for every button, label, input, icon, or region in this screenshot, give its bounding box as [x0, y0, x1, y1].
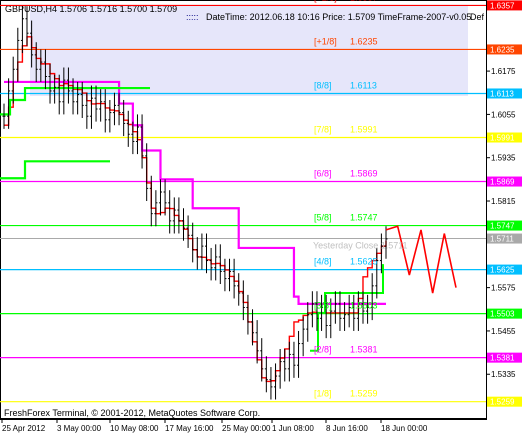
level-label-5: [5/8]: [314, 213, 332, 223]
price-tag-7: 1.5625: [490, 266, 515, 275]
price-tag-10: 1.5259: [490, 398, 515, 407]
y-tick-label-1: 1.6175: [491, 67, 516, 76]
info-dots: :::::: [186, 12, 199, 22]
x-tick-label-4: 25 May 00:00: [222, 424, 271, 433]
x-tick-label-7: 18 Jun 00:00: [381, 424, 428, 433]
info-cutoff-text: Def: [470, 12, 485, 22]
y-tick-label-11: 1.5575: [491, 284, 516, 293]
footer-copyright: FreshForex Terminal, © 2001-2012, MetaQu…: [4, 408, 260, 418]
price-tag-0: 1.6357: [490, 1, 515, 10]
price-tag-1: 1.6235: [490, 45, 515, 54]
level-label-7: [3/8]: [314, 301, 332, 311]
level-value-2: 1.6113: [350, 80, 377, 90]
price-tag-6: 1.5711: [490, 235, 514, 244]
x-tick-label-3: 17 May 16:00: [165, 424, 214, 433]
y-tick-label-15: 1.5335: [491, 370, 516, 379]
level-value-1: 1.6235: [350, 36, 378, 46]
price-tag-2: 1.6113: [490, 89, 514, 98]
level-label-3: [7/8]: [314, 125, 332, 135]
y-tick-label-13: 1.5455: [491, 327, 516, 336]
x-tick-label-6: 8 Jun 16:00: [326, 424, 368, 433]
level-value-3: 1.5991: [350, 125, 378, 135]
level-value-0: 1.6357: [350, 0, 378, 2]
level-value-5: 1.5747: [350, 213, 378, 223]
level-label-8: [2/8]: [314, 345, 332, 355]
level-label-2: [8/8]: [314, 80, 332, 90]
yesterday-close-label: Yesterday Close 1.5711: [313, 241, 408, 251]
y-tick-label-7: 1.5815: [491, 197, 516, 206]
info-text: DateTime: 2012.06.18 10:16 Price: 1.5709…: [206, 12, 471, 22]
x-tick-label-5: 1 Jun 08:00: [272, 424, 314, 433]
price-tag-3: 1.5991: [490, 134, 515, 143]
price-tag-4: 1.5869: [490, 178, 515, 187]
price-tag-8: 1.5503: [490, 310, 515, 319]
x-tick-label-0: 25 Apr 2012: [2, 424, 46, 433]
chart-canvas: ::::: DateTime: 2012.06.18 10:16 Price: …: [0, 0, 522, 437]
price-tag-5: 1.5747: [490, 222, 515, 231]
level-value-6: 1.5625: [350, 257, 378, 267]
price-tag-9: 1.5381: [490, 354, 515, 363]
level-value-7: 1.5503: [350, 301, 378, 311]
level-label-0: [+2/8]: [314, 0, 337, 2]
x-tick-label-1: 3 May 00:00: [57, 424, 102, 433]
y-tick-label-3: 1.6055: [491, 110, 516, 119]
level-label-1: [+1/8]: [314, 36, 337, 46]
level-value-8: 1.5381: [350, 345, 378, 355]
level-label-9: [1/8]: [314, 389, 332, 399]
x-tick-label-2: 10 May 08:00: [110, 424, 159, 433]
level-label-6: [4/8]: [314, 257, 332, 267]
y-tick-label-5: 1.5935: [491, 154, 516, 163]
level-value-4: 1.5869: [350, 169, 378, 179]
level-value-9: 1.5259: [350, 389, 378, 399]
level-label-4: [6/8]: [314, 169, 332, 179]
